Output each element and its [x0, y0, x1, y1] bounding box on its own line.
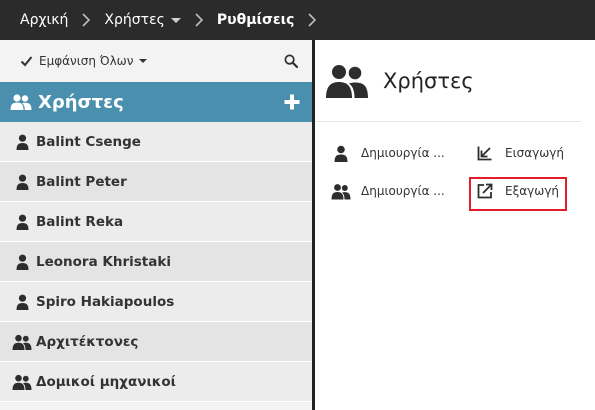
users-group-icon — [12, 374, 32, 390]
list-item-label: Spiro Hakiapoulos — [36, 293, 175, 310]
list-item[interactable]: Leonora Khristaki — [0, 242, 312, 282]
search-icon[interactable] — [284, 54, 298, 68]
list-item[interactable]: Balint Peter — [0, 162, 312, 202]
user-icon — [334, 145, 348, 162]
user-icon — [12, 134, 32, 150]
add-icon[interactable] — [284, 94, 300, 110]
caret-down-icon — [139, 59, 148, 63]
users-sidebar: Εμφάνιση Όλων Χρήστες Balint Csenge Balin… — [0, 40, 312, 410]
filter-bar: Εμφάνιση Όλων — [0, 40, 312, 82]
list-item[interactable]: Balint Csenge — [0, 122, 312, 162]
user-icon — [16, 214, 28, 230]
list-item[interactable]: Spiro Hakiapoulos — [0, 282, 312, 322]
users-group-icon — [12, 374, 32, 390]
user-icon — [12, 174, 32, 190]
breadcrumb-users-label: Χρήστες — [104, 12, 165, 28]
breadcrumb: Αρχική Χρήστες Ρυθμίσεις — [0, 0, 595, 40]
export-highlight-box — [469, 177, 567, 211]
users-group-icon — [12, 334, 32, 350]
users-group-icon — [10, 94, 32, 110]
list-item-label: Balint Reka — [36, 213, 124, 230]
list-item-label: Balint Peter — [36, 173, 127, 190]
list-item[interactable]: Δομικοί μηχανικοί — [0, 362, 312, 402]
filter-dropdown[interactable]: Εμφάνιση Όλων — [20, 54, 148, 68]
user-icon — [12, 254, 32, 270]
breadcrumb-settings[interactable]: Ρυθμίσεις — [217, 12, 295, 28]
import-label: Εισαγωγή — [505, 146, 565, 160]
users-list-title: Χρήστες — [38, 91, 124, 113]
chevron-right-icon — [80, 12, 92, 28]
breadcrumb-settings-label: Ρυθμίσεις — [216, 12, 295, 28]
breadcrumb-home-label: Αρχική — [20, 12, 69, 28]
list-item[interactable]: Balint Reka — [0, 202, 312, 242]
user-icon — [16, 294, 28, 310]
user-icon — [12, 214, 32, 230]
import-icon — [477, 146, 492, 161]
caret-down-icon[interactable] — [170, 17, 181, 23]
user-icon — [16, 254, 28, 270]
users-group-icon — [326, 64, 368, 98]
user-icon — [12, 294, 32, 310]
chevron-right-icon — [193, 12, 205, 28]
create-user-action[interactable]: Δημιουργία ... — [331, 144, 445, 162]
list-item-label: Balint Csenge — [36, 133, 141, 150]
page-title: Χρήστες — [383, 68, 474, 93]
users-list-header: Χρήστες — [0, 82, 312, 122]
list-item-label: Αρχιτέκτονες — [36, 333, 139, 350]
breadcrumb-home[interactable]: Αρχική — [20, 12, 68, 28]
create-group-label: Δημιουργία ... — [361, 184, 445, 198]
users-group-icon — [331, 183, 351, 199]
breadcrumb-users[interactable]: Χρήστες — [104, 12, 181, 28]
user-icon — [16, 134, 28, 150]
users-group-icon — [12, 334, 32, 350]
list-item[interactable]: Αρχιτέκτονες — [0, 322, 312, 362]
create-group-action[interactable]: Δημιουργία ... — [331, 182, 445, 200]
checkmark-icon — [20, 56, 33, 67]
create-user-label: Δημιουργία ... — [361, 146, 445, 160]
import-action[interactable]: Εισαγωγή — [475, 144, 564, 162]
panel-header: Χρήστες — [315, 40, 581, 122]
chevron-right-icon — [306, 12, 318, 28]
list-item-label: Δομικοί μηχανικοί — [36, 373, 176, 390]
list-item-label: Leonora Khristaki — [36, 253, 171, 270]
settings-panel: Χρήστες Δημιουργία ... Εισαγωγή Δημιουργ… — [315, 40, 595, 410]
user-icon — [16, 174, 28, 190]
filter-label: Εμφάνιση Όλων — [39, 54, 134, 68]
